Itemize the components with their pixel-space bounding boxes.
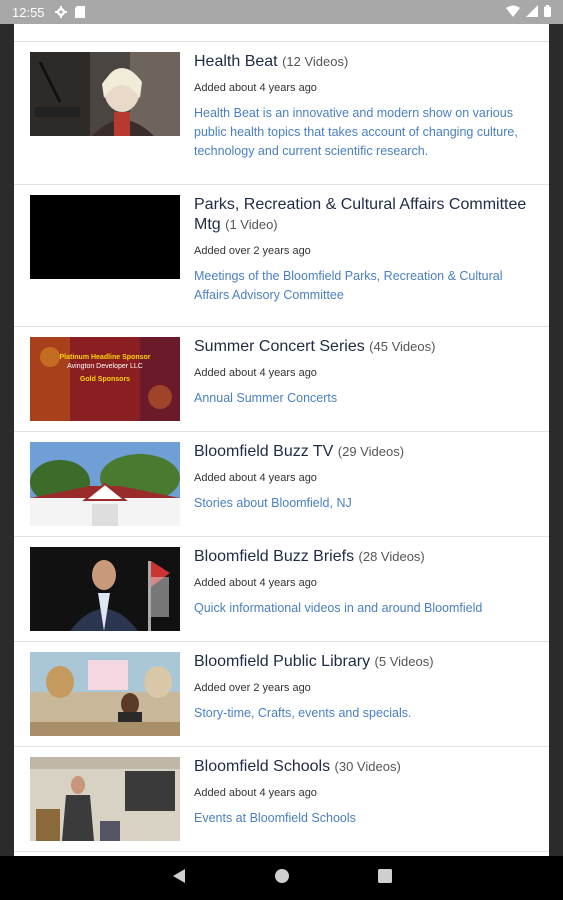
channel-description: Health Beat is an innovative and modern … xyxy=(194,106,518,158)
channel-title[interactable]: Bloomfield Schools xyxy=(194,758,330,775)
added-date: Added over 2 years ago xyxy=(194,245,311,257)
wifi-icon xyxy=(506,5,520,20)
thumbnail-overlay-text: Platinum Headline Sponsor Avington Devel… xyxy=(59,354,151,383)
video-count: (30 Videos) xyxy=(334,759,401,774)
channel-title-line[interactable]: Bloomfield Buzz TV (29 Videos) xyxy=(194,442,539,462)
channel-info: Parks, Recreation & Cultural Affairs Com… xyxy=(194,195,539,326)
channel-title[interactable]: Bloomfield Public Library xyxy=(194,653,370,670)
channel-info: Summer Concert Series (45 Videos) Added … xyxy=(194,337,539,431)
channel-item-health-beat[interactable]: Health Beat (12 Videos) Added about 4 ye… xyxy=(14,42,549,185)
added-date: Added about 4 years ago xyxy=(194,787,317,799)
recents-icon[interactable] xyxy=(377,868,392,888)
video-count: (1 Video) xyxy=(225,217,278,232)
channel-thumbnail[interactable]: Platinum Headline Sponsor Avington Devel… xyxy=(30,337,180,421)
sd-card-icon xyxy=(74,6,85,18)
channel-description: Quick informational videos in and around… xyxy=(194,601,483,615)
channel-thumbnail[interactable] xyxy=(30,442,180,526)
video-count: (28 Videos) xyxy=(358,549,425,564)
channel-title[interactable]: Health Beat xyxy=(194,53,278,70)
video-count: (12 Videos) xyxy=(282,54,349,69)
channel-thumbnail[interactable] xyxy=(30,195,180,279)
channel-thumbnail[interactable] xyxy=(30,547,180,631)
home-icon[interactable] xyxy=(274,868,290,889)
status-bar: 12:55 xyxy=(0,0,563,24)
channel-thumbnail[interactable] xyxy=(30,52,180,136)
channel-description: Annual Summer Concerts xyxy=(194,391,338,405)
added-date: Added about 4 years ago xyxy=(194,472,317,484)
channel-title-line[interactable]: Bloomfield Buzz Briefs (28 Videos) xyxy=(194,547,539,567)
channel-description: Events at Bloomfield Schools xyxy=(194,811,356,825)
channel-item-summer-concert[interactable]: Platinum Headline Sponsor Avington Devel… xyxy=(14,327,549,432)
video-count: (29 Videos) xyxy=(337,444,405,459)
channel-item-public-library[interactable]: Bloomfield Public Library (5 Videos) Add… xyxy=(14,642,549,747)
channel-info: Bloomfield Schools (30 Videos) Added abo… xyxy=(194,757,539,851)
video-count: (5 Videos) xyxy=(374,654,434,669)
channel-thumbnail[interactable] xyxy=(30,652,180,736)
channel-title-line[interactable]: Health Beat (12 Videos) xyxy=(194,52,539,72)
added-date: Added over 2 years ago xyxy=(194,682,311,694)
channel-info: Bloomfield Buzz Briefs (28 Videos) Added… xyxy=(194,547,539,641)
channel-title[interactable]: Bloomfield Buzz Briefs xyxy=(194,548,354,565)
signal-icon xyxy=(526,4,538,20)
channel-thumbnail[interactable] xyxy=(30,757,180,841)
channel-item-buzz-briefs[interactable]: Bloomfield Buzz Briefs (28 Videos) Added… xyxy=(14,537,549,642)
channel-title[interactable]: Bloomfield Buzz TV xyxy=(194,443,333,460)
list-top-divider xyxy=(14,24,549,42)
channel-item-buzz-tv[interactable]: Bloomfield Buzz TV (29 Videos) Added abo… xyxy=(14,432,549,537)
navigation-bar xyxy=(0,856,563,900)
channel-info: Health Beat (12 Videos) Added about 4 ye… xyxy=(194,52,539,184)
channel-item-parks-committee[interactable]: Parks, Recreation & Cultural Affairs Com… xyxy=(14,185,549,327)
back-icon[interactable] xyxy=(172,868,186,889)
channel-item-schools[interactable]: Bloomfield Schools (30 Videos) Added abo… xyxy=(14,747,549,852)
status-right xyxy=(506,4,551,20)
battery-icon xyxy=(544,4,551,20)
channel-description: Meetings of the Bloomfield Parks, Recrea… xyxy=(194,269,503,302)
channel-description: Stories about Bloomfield, NJ xyxy=(194,496,352,510)
channel-title-line[interactable]: Summer Concert Series (45 Videos) xyxy=(194,337,539,357)
channel-title-line[interactable]: Bloomfield Public Library (5 Videos) xyxy=(194,652,539,672)
status-time: 12:55 xyxy=(12,4,45,20)
added-date: Added about 4 years ago xyxy=(194,82,317,94)
added-date: Added about 4 years ago xyxy=(194,577,317,589)
channel-description: Story-time, Crafts, events and specials. xyxy=(194,706,412,720)
gear-icon xyxy=(54,6,67,18)
channel-title[interactable]: Summer Concert Series xyxy=(194,338,365,355)
video-count: (45 Videos) xyxy=(369,339,436,354)
channel-title-line[interactable]: Parks, Recreation & Cultural Affairs Com… xyxy=(194,195,539,235)
channel-info: Bloomfield Public Library (5 Videos) Add… xyxy=(194,652,539,746)
channel-title-line[interactable]: Bloomfield Schools (30 Videos) xyxy=(194,757,539,777)
channel-info: Bloomfield Buzz TV (29 Videos) Added abo… xyxy=(194,442,539,536)
added-date: Added about 4 years ago xyxy=(194,367,317,379)
channel-list: Health Beat (12 Videos) Added about 4 ye… xyxy=(14,24,549,856)
